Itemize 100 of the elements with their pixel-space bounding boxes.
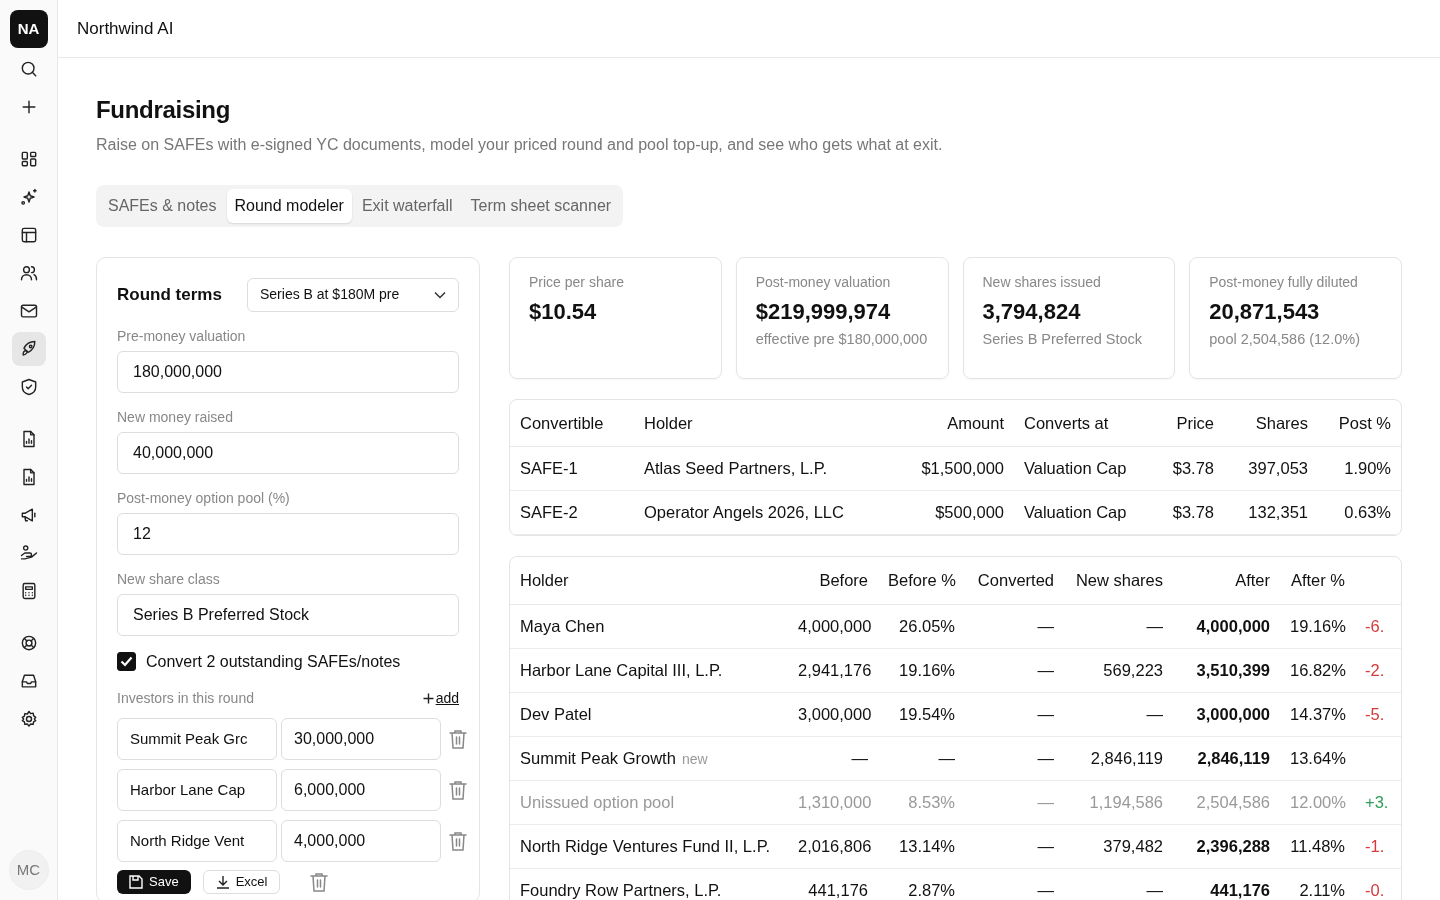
sidebar-item[interactable] bbox=[11, 332, 46, 366]
field-label: Pre-money valuation bbox=[117, 326, 247, 346]
table-cell: SAFE-1 bbox=[510, 446, 634, 491]
metric-value: $10.54 bbox=[529, 297, 598, 326]
column-header: Shares bbox=[1224, 399, 1318, 447]
table-cell: 2.11% bbox=[1280, 868, 1355, 900]
users-icon bbox=[18, 263, 39, 283]
change-value: -0. bbox=[1365, 880, 1385, 899]
table-cell: 19.16% bbox=[878, 648, 965, 693]
input-field[interactable]: 30,000,000 bbox=[281, 717, 441, 760]
table-cell: — bbox=[1064, 604, 1173, 649]
table-cell: 3,000,000 bbox=[788, 692, 878, 737]
table-cell: 26.05% bbox=[878, 604, 965, 649]
table-cell: 0.63% bbox=[1318, 490, 1401, 535]
input-field[interactable]: 6,000,000 bbox=[281, 768, 441, 811]
tab[interactable]: Exit waterfall bbox=[353, 188, 461, 223]
table-cell: 19.54% bbox=[878, 692, 965, 737]
table-cell: 4,000,000 bbox=[1173, 604, 1280, 649]
metric-label: New shares issued bbox=[982, 272, 1102, 292]
section-label: Investors in this round bbox=[117, 688, 254, 708]
tab[interactable]: SAFEs & notes bbox=[100, 188, 225, 223]
page-subtitle: Raise on SAFEs with e-signed YC documents, model your priced round and pool top-up, and see who gets what at exit. bbox=[96, 134, 944, 155]
table-cell: 379,482 bbox=[1064, 824, 1173, 869]
sparkles-icon bbox=[18, 187, 39, 207]
table-cell: Harbor Lane Capital III, L.P. bbox=[510, 648, 788, 693]
table-cell: — bbox=[965, 604, 1064, 649]
checkbox[interactable] bbox=[117, 652, 136, 672]
table-cell: — bbox=[965, 736, 1064, 781]
trash-icon[interactable] bbox=[449, 830, 467, 851]
table-cell: Foundry Row Partners, L.P. bbox=[510, 868, 788, 900]
table-cell: 14.37% bbox=[1280, 692, 1355, 737]
table-cell: SAFE-2 bbox=[510, 490, 634, 535]
table-cell: Operator Angels 2026, LLC bbox=[634, 490, 884, 535]
chevron-down-icon bbox=[434, 290, 446, 299]
table-cell: 19.16% bbox=[1280, 604, 1355, 649]
table-cell: — bbox=[788, 736, 878, 781]
table-cell: — bbox=[965, 648, 1064, 693]
table-cell: 3,000,000 bbox=[1173, 692, 1280, 737]
table-cell: 1,194,586 bbox=[1064, 780, 1173, 825]
table-cell: 397,053 bbox=[1224, 446, 1318, 491]
column-header: Converted bbox=[965, 557, 1064, 605]
metric-note: Series B Preferred Stock bbox=[982, 329, 1144, 349]
table-cell: 12.00% bbox=[1280, 780, 1355, 825]
input-field[interactable]: North Ridge Vent bbox=[117, 819, 277, 862]
column-header: Holder bbox=[510, 557, 788, 605]
metric-value: 3,794,824 bbox=[982, 297, 1082, 326]
input-field[interactable]: 40,000,000 bbox=[117, 431, 459, 474]
user-avatar[interactable]: MC bbox=[8, 850, 49, 890]
table-cell: 8.53% bbox=[878, 780, 965, 825]
mail-icon bbox=[18, 301, 39, 321]
input-field[interactable]: 12 bbox=[117, 512, 459, 555]
page-title: Fundraising bbox=[96, 96, 232, 125]
table-cell: Unissued option pool bbox=[510, 780, 788, 825]
tab[interactable]: Round modeler bbox=[226, 188, 352, 223]
column-header: Before bbox=[788, 557, 878, 605]
column-header: Converts at bbox=[1014, 399, 1154, 447]
change-value: -2. bbox=[1365, 660, 1385, 679]
add-link[interactable]: add bbox=[422, 687, 459, 709]
preset-dropdown[interactable]: Series B at $180M pre bbox=[247, 277, 459, 312]
input-field[interactable]: 4,000,000 bbox=[281, 819, 441, 862]
table-cell: Valuation Cap bbox=[1014, 446, 1154, 491]
table-cell: 1.90% bbox=[1318, 446, 1401, 491]
change-value: +3. bbox=[1365, 792, 1389, 811]
input-field[interactable]: Harbor Lane Cap bbox=[117, 768, 277, 811]
table-cell: 2,016,806 bbox=[788, 824, 878, 869]
change-value: -1. bbox=[1365, 836, 1385, 855]
panel-title: Round terms bbox=[117, 284, 222, 307]
table-cell: — bbox=[1064, 868, 1173, 900]
input-field[interactable]: 180,000,000 bbox=[117, 350, 459, 393]
hand-coin-icon bbox=[18, 543, 39, 563]
metric-value: 20,871,543 bbox=[1209, 297, 1321, 326]
trash-icon[interactable] bbox=[449, 728, 467, 749]
metric-value: $219,999,974 bbox=[755, 297, 892, 326]
download-icon bbox=[215, 874, 230, 889]
column-header: New shares bbox=[1064, 557, 1173, 605]
input-field[interactable]: Summit Peak Grc bbox=[117, 717, 277, 760]
input-field[interactable]: Series B Preferred Stock bbox=[117, 593, 459, 636]
new-tag: new bbox=[681, 750, 708, 767]
tab[interactable]: Term sheet scanner bbox=[462, 188, 620, 223]
table-cell: 2,846,119 bbox=[1173, 736, 1280, 781]
save-button[interactable]: Save bbox=[117, 869, 191, 894]
table-cell: 1,310,000 bbox=[788, 780, 878, 825]
workspace-logo[interactable]: NA bbox=[9, 10, 48, 48]
table-cell: — bbox=[965, 824, 1064, 869]
metric-note: effective pre $180,000,000 bbox=[755, 329, 929, 349]
table-cell: 11.48% bbox=[1280, 824, 1355, 869]
excel-button[interactable]: Excel bbox=[202, 869, 281, 894]
table-cell: 13.14% bbox=[878, 824, 965, 869]
table-cell: 441,176 bbox=[788, 868, 878, 900]
table-cell: Maya Chen bbox=[510, 604, 788, 649]
table-cell: 2,504,586 bbox=[1173, 780, 1280, 825]
table-cell: $500,000 bbox=[884, 490, 1014, 535]
table-cell: $3.78 bbox=[1154, 490, 1224, 535]
table-cell: — bbox=[965, 868, 1064, 900]
checkbox-label: Convert 2 outstanding SAFEs/notes bbox=[146, 651, 401, 672]
trash-icon[interactable] bbox=[449, 779, 467, 800]
table-cell: 132,351 bbox=[1224, 490, 1318, 535]
table-cell: $1,500,000 bbox=[884, 446, 1014, 491]
trash-icon[interactable] bbox=[310, 871, 329, 892]
field-label: New money raised bbox=[117, 407, 234, 427]
